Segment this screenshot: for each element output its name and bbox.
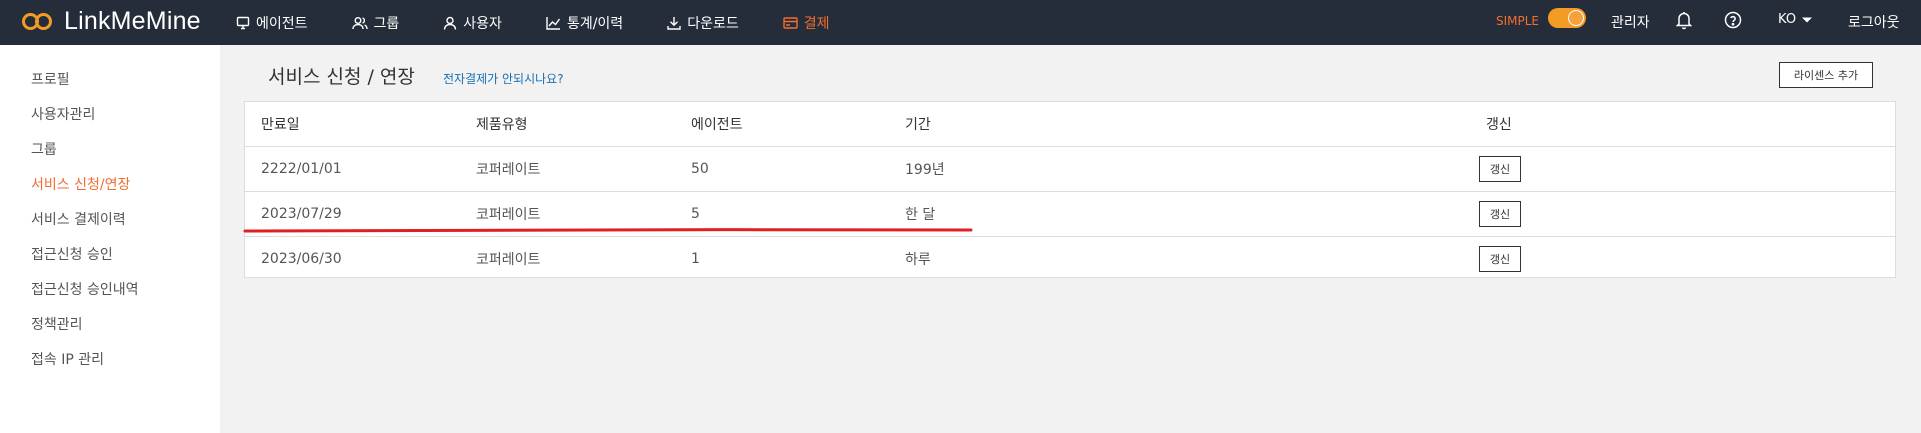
download-icon (667, 16, 681, 30)
nav-label: 결제 (803, 15, 830, 32)
nav-item-groups[interactable]: 그룹 (351, 13, 400, 33)
column-header-renew: 갱신 (1486, 117, 1512, 133)
chart-icon (546, 16, 561, 30)
nav-label: 에이전트 (256, 15, 308, 32)
sidebar-item-ip-management[interactable]: 접속 IP 관리 (31, 349, 104, 369)
cell-product: 코퍼레이트 (476, 252, 541, 268)
caret-down-icon (1802, 17, 1813, 22)
sidebar-item-policy[interactable]: 정책관리 (31, 314, 83, 334)
admin-link[interactable]: 관리자 (1611, 12, 1650, 32)
users-icon (351, 16, 368, 29)
table-header-row: 만료일 제품유형 에이전트 기간 갱신 (245, 102, 1895, 147)
cell-agents: 50 (691, 161, 709, 177)
page-title: 서비스 신청 / 연장 (268, 66, 415, 88)
simple-mode-label: SIMPLE (1496, 14, 1540, 28)
nav-item-agents[interactable]: 에이전트 (236, 13, 308, 33)
nav-label: 사용자 (463, 15, 502, 32)
renew-button[interactable]: 갱신 (1479, 201, 1521, 227)
cell-expiry: 2023/06/30 (261, 251, 342, 267)
bell-icon[interactable] (1675, 10, 1693, 30)
sidebar-item-payment-history[interactable]: 서비스 결제이력 (31, 209, 126, 229)
renew-button[interactable]: 갱신 (1479, 246, 1521, 272)
logout-link[interactable]: 로그아웃 (1848, 12, 1900, 32)
cell-agents: 1 (691, 251, 700, 267)
nav-item-users[interactable]: 사용자 (443, 13, 502, 33)
sidebar-item-service-apply[interactable]: 서비스 신청/연장 (31, 174, 130, 194)
nav-item-payment[interactable]: 결제 (783, 13, 830, 33)
renew-button[interactable]: 갱신 (1479, 156, 1521, 182)
add-license-button[interactable]: 라이센스 추가 (1779, 62, 1873, 88)
license-table: 만료일 제품유형 에이전트 기간 갱신 2222/01/01 코퍼레이트 50 … (244, 101, 1896, 278)
user-icon (444, 16, 457, 30)
sidebar-item-access-approval[interactable]: 접근신청 승인 (31, 244, 113, 264)
top-navigation-bar: LinkMeMine 에이전트 그룹 사용자 통계/이력 다운로드 결제 SIM… (0, 0, 1921, 45)
cell-period: 199년 (905, 162, 945, 178)
monitor-icon (236, 16, 250, 29)
column-header-agents: 에이전트 (691, 117, 743, 133)
table-row: 2023/06/30 코퍼레이트 1 하루 갱신 (245, 237, 1895, 282)
nav-label: 다운로드 (687, 15, 739, 32)
sidebar: 프로필 사용자관리 그룹 서비스 신청/연장 서비스 결제이력 접근신청 승인 … (0, 45, 220, 433)
payment-help-link[interactable]: 전자결제가 안되시나요? (443, 70, 564, 87)
language-label: KO (1778, 12, 1797, 27)
infinity-logo-icon (22, 11, 60, 33)
table-row: 2222/01/01 코퍼레이트 50 199년 갱신 (245, 147, 1895, 192)
column-header-period: 기간 (905, 117, 931, 133)
nav-label: 그룹 (373, 15, 400, 32)
sidebar-item-group[interactable]: 그룹 (31, 139, 57, 159)
nav-label: 통계/이력 (566, 15, 624, 32)
main-nav: 에이전트 그룹 사용자 통계/이력 다운로드 결제 (236, 0, 873, 45)
column-header-product: 제품유형 (476, 117, 528, 133)
nav-item-stats[interactable]: 통계/이력 (546, 13, 623, 33)
cell-product: 코퍼레이트 (476, 162, 541, 178)
logo[interactable]: LinkMeMine (22, 7, 201, 36)
cell-period: 하루 (905, 252, 931, 268)
help-icon[interactable] (1724, 11, 1742, 29)
nav-item-download[interactable]: 다운로드 (667, 13, 739, 33)
sidebar-item-user-management[interactable]: 사용자관리 (31, 104, 95, 124)
card-icon (783, 16, 798, 29)
sidebar-item-profile[interactable]: 프로필 (31, 69, 70, 89)
sidebar-item-access-approval-history[interactable]: 접근신청 승인내역 (31, 279, 139, 299)
language-selector[interactable]: KO (1778, 12, 1813, 27)
red-annotation-underline (243, 228, 973, 233)
cell-expiry: 2222/01/01 (261, 161, 342, 177)
simple-mode-toggle[interactable] (1548, 8, 1586, 28)
logo-text: LinkMeMine (64, 7, 201, 35)
column-header-expiry: 만료일 (261, 117, 300, 133)
